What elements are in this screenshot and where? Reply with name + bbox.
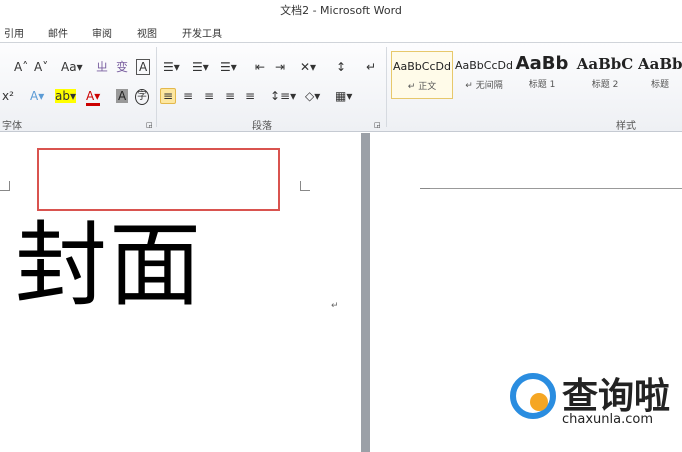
- align-right-button[interactable]: ≡: [204, 89, 214, 103]
- window-title: 文档2 - Microsoft Word: [0, 0, 682, 20]
- watermark: 查询啦 chaxunla.com: [510, 367, 682, 437]
- grow-font-button[interactable]: A˄: [14, 60, 28, 74]
- styles-group-label: 样式: [616, 121, 636, 132]
- align-center-button[interactable]: ≡: [183, 89, 193, 103]
- ribbon-tabs: 引用 邮件 审阅 视图 开发工具: [0, 20, 682, 42]
- sort-button[interactable]: ↕: [336, 60, 346, 74]
- multilevel-list-button[interactable]: ☰▾: [220, 60, 237, 74]
- distributed-button[interactable]: ≡: [245, 89, 255, 103]
- tab-review[interactable]: 审阅: [92, 25, 112, 40]
- align-left-button[interactable]: ≡: [160, 88, 177, 104]
- group-separator: [156, 47, 157, 127]
- line-spacing-button[interactable]: ↕≡▾: [270, 89, 296, 103]
- cover-heading[interactable]: 封面: [15, 211, 203, 321]
- page-gap: [361, 133, 370, 452]
- shrink-font-button[interactable]: A˅: [34, 60, 48, 74]
- phonetic-button[interactable]: ㄓ: [96, 60, 108, 74]
- group-separator: [386, 47, 387, 127]
- char-border-button[interactable]: A: [136, 59, 151, 75]
- enclose-char-button[interactable]: 字: [135, 89, 149, 105]
- highlight-box: [37, 148, 280, 211]
- style-heading-2[interactable]: AaBbC 标题 2: [576, 51, 634, 99]
- show-marks-button[interactable]: ↵: [366, 60, 376, 74]
- bullets-button[interactable]: ☰▾: [163, 60, 180, 74]
- paragraph-dialog-launcher[interactable]: ◲: [374, 118, 381, 132]
- font-dialog-launcher[interactable]: ◲: [146, 118, 153, 132]
- margin-mark: [300, 181, 310, 191]
- style-title[interactable]: AaBb 标题: [638, 51, 682, 99]
- superscript-button[interactable]: x²: [2, 89, 14, 103]
- shading-button[interactable]: ◇▾: [305, 89, 320, 103]
- borders-button[interactable]: ▦▾: [335, 89, 352, 103]
- highlight-button[interactable]: ab▾: [55, 89, 76, 103]
- tab-developer[interactable]: 开发工具: [182, 25, 222, 40]
- paragraph-group-label: 段落: [252, 121, 272, 132]
- decrease-indent-button[interactable]: ⇤: [255, 60, 265, 74]
- document-area: 封面 ↵ 查询啦 chaxunla.com: [0, 133, 682, 452]
- chinese-layout-button[interactable]: ✕▾: [300, 60, 316, 74]
- margin-mark: [0, 181, 10, 191]
- ribbon: A˄ A˅ Aa▾ ㄓ 变 A x² A▾ ab▾ A▾ A 字 字体 ◲ ☰▾…: [0, 42, 682, 132]
- tab-view[interactable]: 视图: [137, 25, 157, 40]
- header-line: [420, 188, 682, 189]
- justify-button[interactable]: ≡: [225, 89, 235, 103]
- font-group-label: 字体: [2, 121, 22, 132]
- style-heading-1[interactable]: AaBb 标题 1: [515, 51, 569, 99]
- increase-indent-button[interactable]: ⇥: [275, 60, 285, 74]
- convert-button[interactable]: 变: [116, 60, 128, 74]
- margin-mark: [420, 188, 430, 198]
- change-case-button[interactable]: Aa▾: [61, 60, 83, 74]
- tab-mailings[interactable]: 邮件: [48, 25, 68, 40]
- paragraph-mark: ↵: [331, 301, 339, 311]
- font-color-button[interactable]: A▾: [86, 89, 101, 106]
- watermark-logo-icon: [510, 373, 556, 419]
- char-shading-button[interactable]: A: [116, 89, 129, 103]
- numbering-button[interactable]: ☰▾: [192, 60, 209, 74]
- style-no-spacing[interactable]: AaBbCcDd ↵ 无间隔: [453, 51, 515, 99]
- style-normal[interactable]: AaBbCcDd ↵ 正文: [391, 51, 453, 99]
- tab-references[interactable]: 引用: [4, 25, 24, 40]
- text-effect-button[interactable]: A▾: [30, 89, 44, 103]
